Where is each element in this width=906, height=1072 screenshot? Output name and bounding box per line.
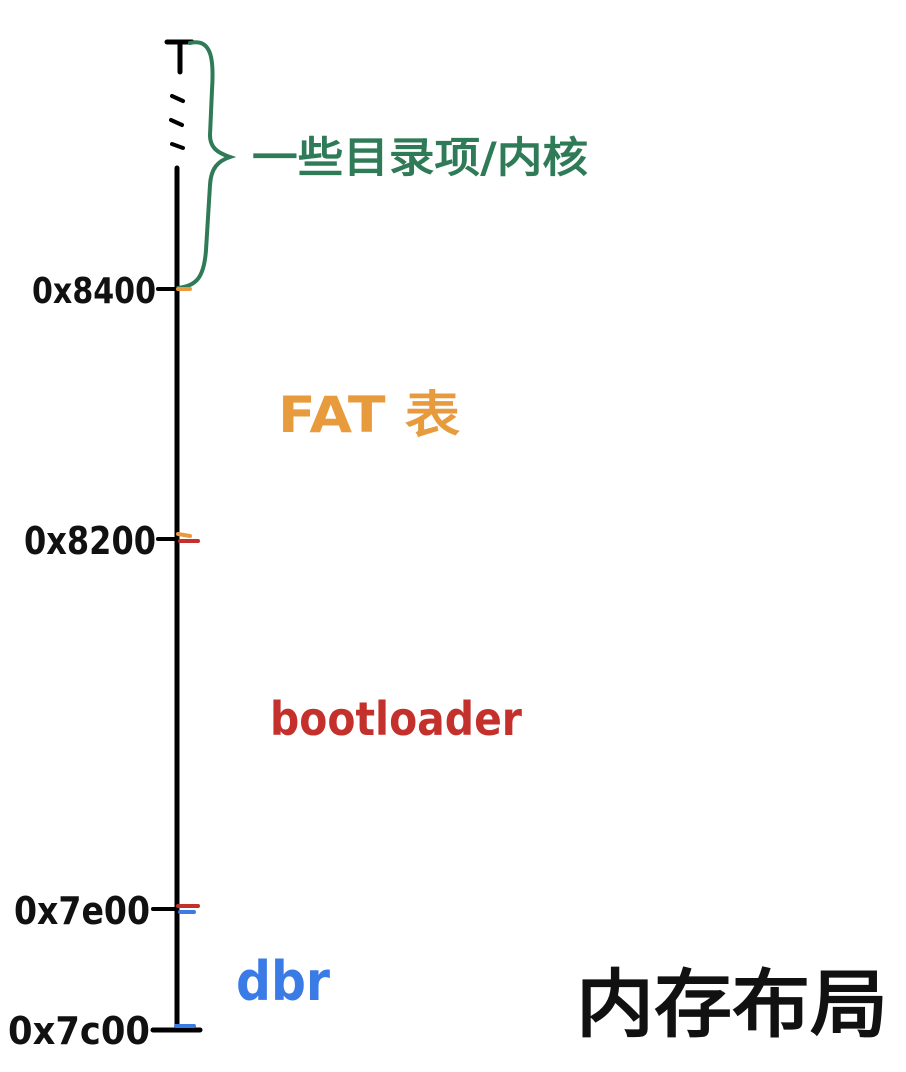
region-label-fat-table: FAT 表	[278, 386, 460, 444]
region-label-directory-kernel: 一些目录项/内核	[252, 133, 588, 182]
continuation-dashes	[169, 94, 185, 150]
memory-layout-diagram: 0x8400 0x8200 0x7e00 0x7c00 一些目录项/内核 FAT…	[8, 39, 888, 1053]
address-label-0x7e00: 0x7e00	[14, 889, 150, 933]
top-region-brace	[176, 40, 237, 290]
diagram-title: 内存布局	[576, 962, 888, 1048]
address-label-0x7c00: 0x7c00	[8, 1009, 150, 1053]
address-label-0x8400: 0x8400	[32, 271, 156, 312]
address-label-0x8200: 0x8200	[24, 519, 156, 563]
tick-0x7c00	[150, 1024, 203, 1033]
region-label-bootloader: bootloader	[270, 692, 522, 746]
region-label-dbr: dbr	[236, 950, 330, 1013]
